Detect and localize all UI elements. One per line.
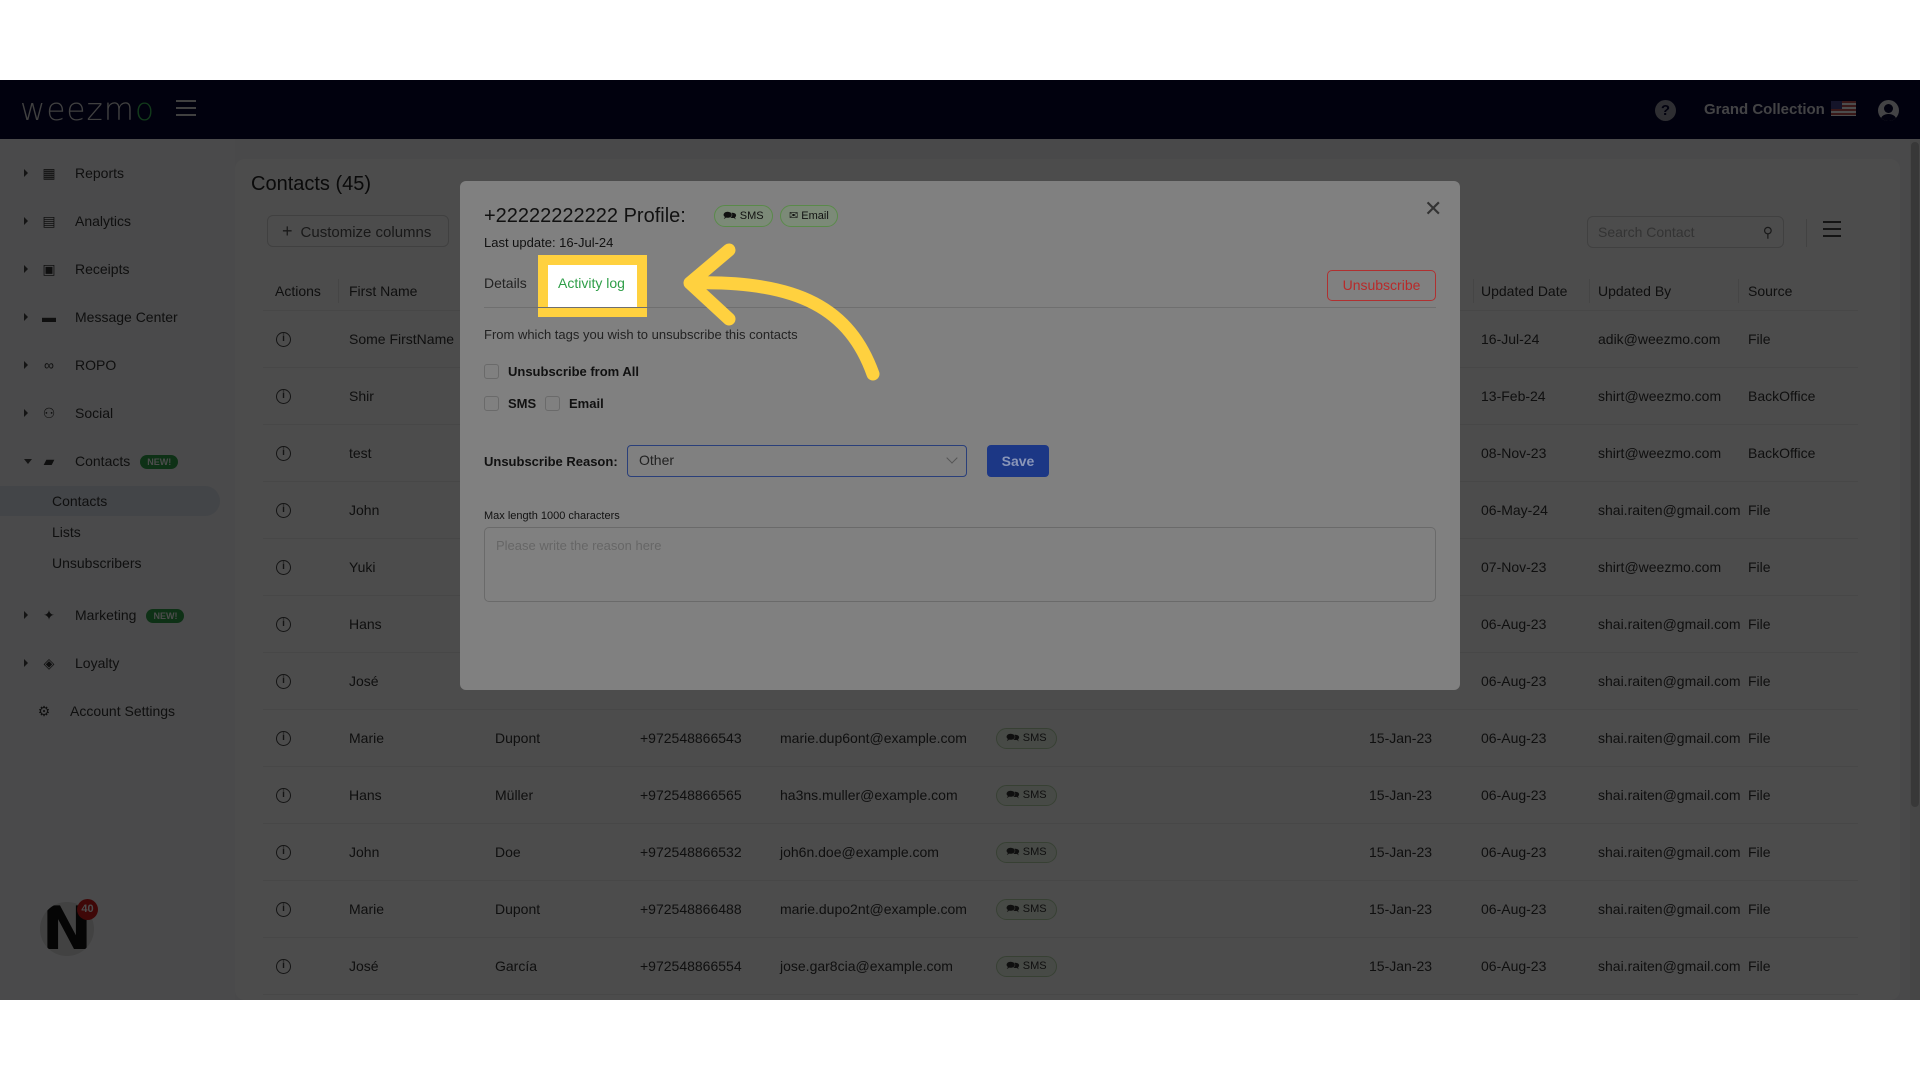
tabs-divider <box>484 307 1436 308</box>
save-button[interactable]: Save <box>987 445 1049 477</box>
last-update: Last update: 16-Jul-24 <box>484 235 614 250</box>
chevron-down-icon <box>946 452 958 464</box>
envelope-icon: ✉ <box>789 210 799 222</box>
unsubscribe-question: From which tags you wish to unsubscribe … <box>484 327 798 342</box>
sms-checkbox[interactable] <box>484 396 499 411</box>
unsubscribe-button[interactable]: Unsubscribe <box>1327 270 1436 301</box>
selected-reason: Other <box>639 452 675 468</box>
tab-activity-log[interactable]: Activity log <box>558 275 625 291</box>
close-icon[interactable]: ✕ <box>1424 198 1442 220</box>
unsubscribe-all-checkbox[interactable] <box>484 364 499 379</box>
sms-checkbox-label[interactable]: SMS <box>508 396 536 411</box>
reason-textarea[interactable]: Please write the reason here <box>484 527 1436 602</box>
contact-profile-modal: +22222222222 Profile: 🗪 SMS ✉ Email Last… <box>460 181 1460 690</box>
reason-placeholder: Please write the reason here <box>496 538 662 553</box>
max-length-note: Max length 1000 characters <box>484 510 620 522</box>
unsubscribe-all-label[interactable]: Unsubscribe from All <box>508 364 639 379</box>
chat-icon: 🗪 <box>723 210 737 222</box>
modal-title: +22222222222 Profile: <box>484 205 686 227</box>
unsubscribe-reason-label: Unsubscribe Reason: <box>484 454 618 469</box>
tab-details[interactable]: Details <box>484 275 527 291</box>
email-checkbox-label[interactable]: Email <box>569 396 604 411</box>
unsubscribe-reason-select[interactable]: Other <box>627 445 967 477</box>
email-chip: ✉ Email <box>780 205 838 227</box>
email-checkbox[interactable] <box>545 396 560 411</box>
sms-chip: 🗪 SMS <box>714 205 773 227</box>
